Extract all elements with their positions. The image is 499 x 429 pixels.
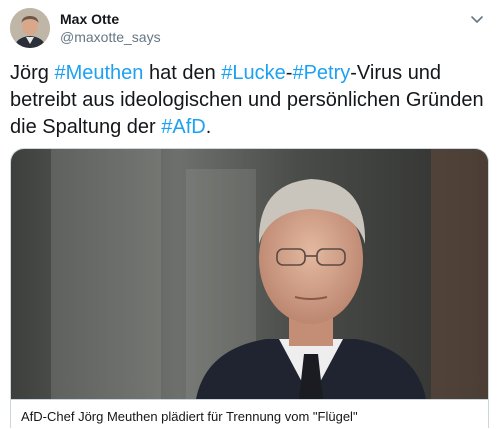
tweet-text: Jörg #Meuthen hat den #Lucke-#Petry-Viru… — [10, 60, 488, 141]
card-image[interactable] — [11, 149, 488, 399]
card-title: AfD-Chef Jörg Meuthen plädiert für Trenn… — [11, 399, 488, 428]
hashtag-link[interactable]: #Lucke — [221, 62, 286, 84]
chevron-down-icon[interactable] — [466, 8, 488, 30]
link-card[interactable]: AfD-Chef Jörg Meuthen plädiert für Trenn… — [10, 148, 489, 428]
tweet-text-segment: hat den — [143, 62, 222, 84]
hashtag-link[interactable]: #Meuthen — [54, 62, 143, 84]
hashtag-link[interactable]: #AfD — [161, 116, 205, 138]
author-name[interactable]: Max Otte — [60, 11, 119, 27]
author-handle[interactable]: @maxotte_says — [60, 29, 161, 45]
tweet-text-segment: Jörg — [10, 62, 55, 84]
tweet-text-segment: . — [205, 116, 212, 138]
hashtag-link[interactable]: #Petry — [292, 62, 350, 84]
avatar[interactable] — [10, 8, 50, 48]
